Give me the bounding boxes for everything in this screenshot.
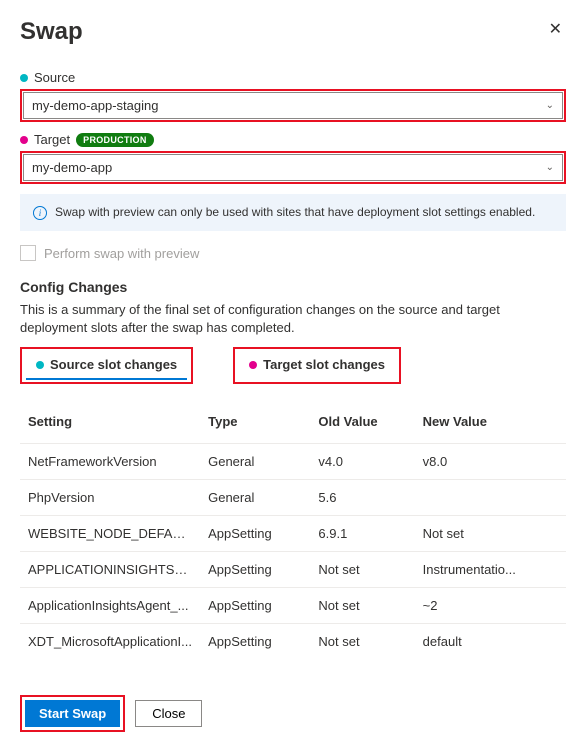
preview-checkbox[interactable]: [20, 245, 36, 261]
dot-icon: [20, 74, 28, 82]
preview-checkbox-row: Perform swap with preview: [20, 245, 566, 261]
tabs: Source slot changes Target slot changes: [20, 347, 566, 384]
table-row: NetFrameworkVersionGeneralv4.0v8.0: [20, 444, 566, 480]
dot-icon: [20, 136, 28, 144]
start-swap-button[interactable]: Start Swap: [25, 700, 120, 727]
source-field: Source my-demo-app-staging ⌄: [20, 70, 566, 122]
target-label: Target: [34, 132, 70, 147]
cell-old: Not set: [310, 624, 414, 660]
table-row: XDT_MicrosoftApplicationI...AppSettingNo…: [20, 624, 566, 660]
col-type: Type: [200, 404, 310, 444]
source-select-value: my-demo-app-staging: [32, 98, 158, 113]
source-select[interactable]: my-demo-app-staging ⌄: [23, 92, 563, 119]
close-button[interactable]: Close: [135, 700, 202, 727]
cell-setting: ApplicationInsightsAgent_...: [20, 588, 200, 624]
table-row: WEBSITE_NODE_DEFAULT_...AppSetting6.9.1N…: [20, 516, 566, 552]
cell-new: [415, 480, 566, 516]
table-row: ApplicationInsightsAgent_...AppSettingNo…: [20, 588, 566, 624]
target-label-row: Target PRODUCTION: [20, 132, 566, 147]
footer: Start Swap Close: [20, 695, 566, 732]
cell-new: v8.0: [415, 444, 566, 480]
info-bar: i Swap with preview can only be used wit…: [20, 194, 566, 231]
highlight-box: my-demo-app ⌄: [20, 151, 566, 184]
table-header-row: Setting Type Old Value New Value: [20, 404, 566, 444]
cell-setting: APPLICATIONINSIGHTS_C...: [20, 552, 200, 588]
close-icon[interactable]: ✕: [545, 18, 566, 42]
tab-target-changes[interactable]: Target slot changes: [233, 347, 401, 384]
table-row: PhpVersionGeneral5.6: [20, 480, 566, 516]
production-badge: PRODUCTION: [76, 133, 154, 147]
cell-old: 5.6: [310, 480, 414, 516]
tab-label: Source slot changes: [50, 357, 177, 372]
cell-setting: WEBSITE_NODE_DEFAULT_...: [20, 516, 200, 552]
target-select[interactable]: my-demo-app ⌄: [23, 154, 563, 181]
cell-type: AppSetting: [200, 588, 310, 624]
cell-type: AppSetting: [200, 552, 310, 588]
cell-setting: NetFrameworkVersion: [20, 444, 200, 480]
dot-icon: [36, 361, 44, 369]
config-table: Setting Type Old Value New Value NetFram…: [20, 404, 566, 659]
cell-setting: PhpVersion: [20, 480, 200, 516]
source-label: Source: [34, 70, 75, 85]
col-new: New Value: [415, 404, 566, 444]
tab-source-changes[interactable]: Source slot changes: [20, 347, 193, 384]
cell-old: 6.9.1: [310, 516, 414, 552]
table-row: APPLICATIONINSIGHTS_C...AppSettingNot se…: [20, 552, 566, 588]
cell-new: Not set: [415, 516, 566, 552]
cell-type: AppSetting: [200, 624, 310, 660]
cell-new: ~2: [415, 588, 566, 624]
info-icon: i: [33, 206, 47, 220]
info-text: Swap with preview can only be used with …: [55, 205, 535, 219]
highlight-box: Start Swap: [20, 695, 125, 732]
target-field: Target PRODUCTION my-demo-app ⌄: [20, 132, 566, 184]
cell-type: AppSetting: [200, 516, 310, 552]
chevron-down-icon: ⌄: [546, 100, 554, 111]
cell-old: Not set: [310, 552, 414, 588]
cell-new: default: [415, 624, 566, 660]
cell-type: General: [200, 444, 310, 480]
swap-panel: Swap ✕ Source my-demo-app-staging ⌄ Targ…: [0, 0, 586, 750]
preview-checkbox-label: Perform swap with preview: [44, 246, 199, 261]
target-select-value: my-demo-app: [32, 160, 112, 175]
chevron-down-icon: ⌄: [546, 162, 554, 173]
config-description: This is a summary of the final set of co…: [20, 301, 566, 337]
cell-old: v4.0: [310, 444, 414, 480]
config-heading: Config Changes: [20, 279, 566, 295]
tab-label: Target slot changes: [263, 357, 385, 372]
cell-setting: XDT_MicrosoftApplicationI...: [20, 624, 200, 660]
panel-header: Swap ✕: [20, 18, 566, 46]
cell-new: Instrumentatio...: [415, 552, 566, 588]
cell-old: Not set: [310, 588, 414, 624]
panel-title: Swap: [20, 18, 83, 46]
highlight-box: my-demo-app-staging ⌄: [20, 89, 566, 122]
cell-type: General: [200, 480, 310, 516]
dot-icon: [249, 361, 257, 369]
source-label-row: Source: [20, 70, 566, 85]
col-old: Old Value: [310, 404, 414, 444]
col-setting: Setting: [20, 404, 200, 444]
